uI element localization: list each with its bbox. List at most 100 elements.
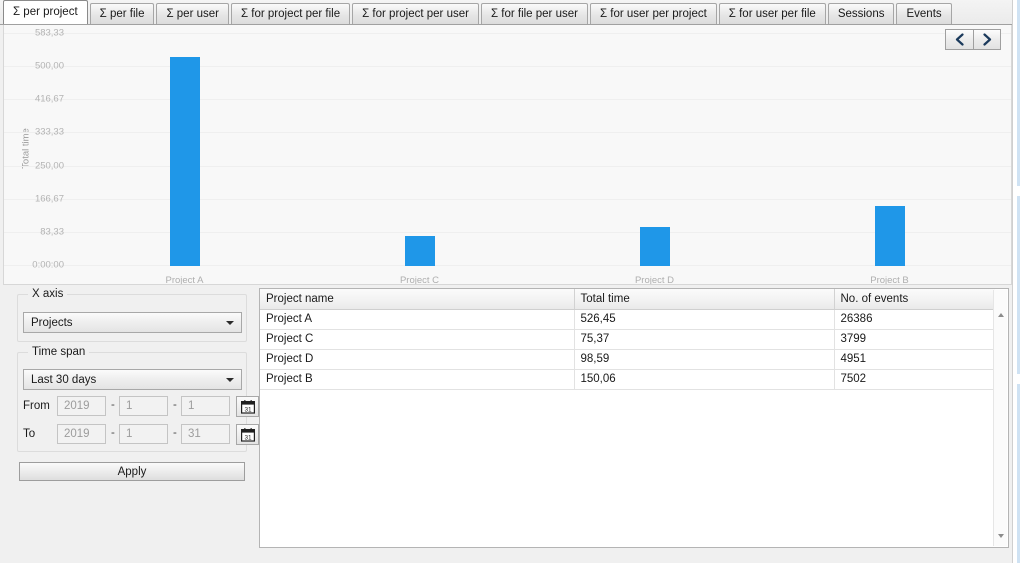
tab-sum-for-file-per-user[interactable]: Σ for file per user (480, 3, 588, 24)
tab-label: Σ for project per user (362, 8, 469, 20)
edge-accent-mid (1017, 196, 1020, 374)
chart-y-tick-label: 583,33 (34, 27, 64, 39)
table-row[interactable]: Project B 150,06 7502 (260, 369, 995, 390)
calendar-icon: 31 (240, 427, 255, 441)
cell-project-name: Project C (260, 329, 575, 350)
results-table-grid: Project name Total time No. of events Pr… (260, 289, 995, 390)
from-day-field[interactable]: 1 (181, 396, 230, 416)
chart-prev-button[interactable] (945, 29, 973, 50)
chart-x-tick-label: Project D (634, 275, 675, 285)
chart-y-tick-label: 0:00:00 (32, 259, 64, 271)
tab-label: Σ per file (99, 8, 145, 20)
tab-label: Σ per project (13, 6, 78, 18)
time-span-select[interactable]: Last 30 days (23, 369, 242, 390)
cell-no-of-events: 4951 (834, 349, 995, 370)
chart-next-button[interactable] (973, 29, 1001, 50)
cell-total-time: 98,59 (574, 349, 835, 370)
tab-sum-for-user-per-project[interactable]: Σ for user per project (589, 3, 717, 24)
apply-button[interactable]: Apply (19, 462, 245, 481)
tab-sessions[interactable]: Sessions (827, 3, 895, 24)
chevron-left-icon (955, 33, 964, 46)
from-year-field[interactable]: 2019 (57, 396, 106, 416)
cell-project-name: Project B (260, 369, 575, 390)
triangle-up-icon (997, 312, 1004, 317)
tab-sum-for-project-per-user[interactable]: Σ for project per user (352, 3, 479, 24)
table-header: Project name Total time No. of events (260, 289, 995, 310)
tab-label: Σ for user per project (599, 8, 707, 20)
chart-y-tick-label: 166,67 (34, 193, 64, 205)
from-month-field[interactable]: 1 (119, 396, 168, 416)
to-separator-2: - (173, 427, 177, 439)
time-span-group-label: Time span (28, 346, 90, 358)
chart-x-tick-label: Project C (399, 275, 440, 285)
chevron-right-icon (982, 33, 991, 46)
table-vertical-scrollbar[interactable] (993, 290, 1007, 546)
chart-y-tick-label: 250,00 (34, 160, 64, 172)
chart-x-tick-label: Project B (870, 275, 909, 285)
to-separator-1: - (111, 427, 115, 439)
tab-label: Σ per user (166, 8, 219, 20)
chart-x-tick-label: Project A (165, 275, 204, 285)
x-axis-select-value: Projects (31, 316, 73, 329)
to-month-field[interactable]: 1 (119, 424, 168, 444)
tab-label: Σ for file per user (490, 8, 578, 20)
x-axis-select[interactable]: Projects (23, 312, 242, 333)
table-row[interactable]: Project C 75,37 3799 (260, 329, 995, 350)
cell-total-time: 75,37 (574, 329, 835, 350)
chart-y-tick-label: 500,00 (34, 60, 64, 72)
chart-bar[interactable] (404, 236, 435, 266)
apply-button-label: Apply (117, 465, 147, 478)
chart-y-tick-label: 416,67 (34, 93, 64, 105)
tab-label: Σ for user per file (728, 8, 816, 20)
chart-bar[interactable] (874, 206, 905, 266)
tab-sum-per-user[interactable]: Σ per user (156, 3, 229, 24)
table-header-row: Project name Total time No. of events (260, 289, 995, 310)
svg-text:31: 31 (244, 434, 252, 441)
tab-sum-per-project[interactable]: Σ per project (3, 0, 88, 24)
chart-bar[interactable] (639, 226, 670, 266)
edge-accent-bottom (1017, 384, 1020, 563)
to-label: To (23, 428, 36, 440)
from-label: From (23, 400, 50, 412)
bar-chart: Total time 583,33 500,00 416,67 333,33 250,0… (3, 25, 1012, 285)
cell-no-of-events: 3799 (834, 329, 995, 350)
to-calendar-button[interactable]: 31 (236, 424, 259, 445)
tab-sum-per-file[interactable]: Σ per file (89, 3, 155, 24)
table-row[interactable]: Project D 98,59 4951 (260, 349, 995, 370)
chart-y-tick-label: 333,33 (34, 126, 64, 138)
from-separator-1: - (111, 399, 115, 411)
svg-text:31: 31 (244, 406, 252, 413)
to-year-field[interactable]: 2019 (57, 424, 106, 444)
to-day-field[interactable]: 31 (181, 424, 230, 444)
triangle-down-icon (997, 533, 1004, 538)
column-header-total-time[interactable]: Total time (574, 289, 835, 310)
cell-project-name: Project D (260, 349, 575, 370)
tab-label: Sessions (837, 8, 885, 20)
column-header-no-of-events[interactable]: No. of events (834, 289, 995, 310)
column-header-project-name[interactable]: Project name (260, 289, 575, 310)
chevron-down-icon (226, 320, 234, 325)
cell-no-of-events: 26386 (834, 309, 995, 330)
filter-panel: X axis Projects Time span Last 30 days F… (3, 286, 261, 560)
from-calendar-button[interactable]: 31 (236, 396, 259, 417)
tab-events[interactable]: Events (896, 3, 952, 24)
scroll-down-button[interactable] (994, 529, 1007, 542)
edge-accent-top (1017, 0, 1020, 186)
chevron-down-icon (226, 377, 234, 382)
table-row[interactable]: Project A 526,45 26386 (260, 309, 995, 330)
statistics-window: Σ per project Σ per file Σ per user Σ fo… (0, 0, 1024, 563)
chart-plot-area: Project A Project C Project D Project B (67, 25, 1005, 284)
chart-navigation (945, 29, 1001, 50)
tab-sum-for-user-per-file[interactable]: Σ for user per file (718, 3, 826, 24)
tab-label: Events (906, 8, 942, 20)
scroll-up-button[interactable] (994, 308, 1007, 321)
tab-bar: Σ per project Σ per file Σ per user Σ fo… (0, 0, 1024, 25)
x-axis-group-label: X axis (28, 288, 68, 300)
window-right-edge (1012, 0, 1024, 563)
cell-no-of-events: 7502 (834, 369, 995, 390)
tab-sum-for-project-per-file[interactable]: Σ for project per file (230, 3, 351, 24)
cell-project-name: Project A (260, 309, 575, 330)
table-body: Project A 526,45 26386 Project C 75,37 3799 Pr… (260, 309, 995, 390)
cell-total-time: 526,45 (574, 309, 835, 330)
chart-bar[interactable] (169, 56, 200, 266)
